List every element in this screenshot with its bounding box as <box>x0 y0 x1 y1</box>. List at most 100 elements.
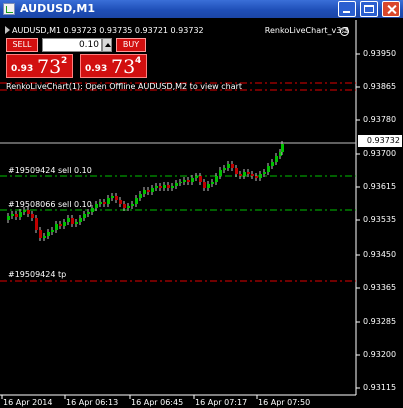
candle-body <box>27 210 30 214</box>
candle-body <box>171 186 174 188</box>
candle-body <box>163 185 166 188</box>
candle-body <box>219 170 222 176</box>
candle-body <box>227 164 230 168</box>
candle-body <box>187 180 190 182</box>
candle-body <box>207 184 210 188</box>
candle-body <box>123 204 126 208</box>
sell-quote-box[interactable]: 0.93 73 2 <box>6 54 73 78</box>
candle-body <box>35 218 38 230</box>
sell-quote-fraction: 2 <box>61 56 68 66</box>
current-price-tag: 0.93732 <box>358 135 402 147</box>
candle-body <box>51 230 54 232</box>
candle-body <box>251 174 254 176</box>
candle-body <box>195 176 198 178</box>
candle-body <box>199 176 202 182</box>
window-title: AUDUSD,M1 <box>20 2 96 15</box>
candle-body <box>23 210 26 212</box>
sell-quote-pips: 73 <box>37 56 62 78</box>
time-axis-label: 16 Apr 2014 <box>3 398 53 407</box>
candle-body <box>151 188 154 192</box>
time-axis-label: 16 Apr 07:50 <box>258 398 311 407</box>
candle-body <box>259 174 262 178</box>
price-axis-label: 0.93615 <box>363 182 397 191</box>
candle-body <box>63 222 66 226</box>
candle-body <box>107 198 110 204</box>
candle-body <box>159 186 162 188</box>
candle-body <box>111 196 114 198</box>
candle-body <box>203 182 206 188</box>
buy-quote-pips: 73 <box>111 56 136 78</box>
price-axis-label: 0.93865 <box>363 82 397 91</box>
candle-body <box>15 214 18 217</box>
candle-body <box>243 172 246 176</box>
candle-body <box>183 180 186 182</box>
buy-button[interactable]: BUY <box>116 38 146 52</box>
candle-body <box>79 218 82 222</box>
candle-body <box>271 162 274 166</box>
maximize-button[interactable] <box>360 1 378 17</box>
candle-body <box>139 194 142 198</box>
sell-order-label-2: #19508066 sell 0.10 <box>8 200 92 209</box>
symbol-quote-line: AUDUSD,M1 0.93723 0.93735 0.93721 0.9373… <box>5 26 204 36</box>
price-axis-label: 0.93200 <box>363 350 397 359</box>
candle-body <box>175 183 178 186</box>
lot-increase-icon[interactable] <box>102 38 112 52</box>
price-axis-label: 0.93700 <box>363 149 397 158</box>
price-axis-label: 0.93450 <box>363 250 397 259</box>
candle-body <box>247 172 250 174</box>
price-axis-label: 0.93365 <box>363 283 397 292</box>
time-axis-label: 16 Apr 06:13 <box>66 398 119 407</box>
one-click-trading-panel: SELL 0.10 BUY 0.93 73 2 0.93 73 4 <box>6 38 147 80</box>
lot-size-input[interactable]: 0.10 <box>42 38 102 52</box>
buy-quote-fraction: 4 <box>135 56 142 66</box>
candle-body <box>155 186 158 188</box>
candle-body <box>31 214 34 218</box>
buy-quote-box[interactable]: 0.93 73 4 <box>80 54 147 78</box>
collapse-arrow-icon[interactable] <box>5 26 10 34</box>
candle-body <box>71 218 74 224</box>
candle-body <box>255 176 258 178</box>
candle-body <box>211 182 214 184</box>
buy-quote-prefix: 0.93 <box>85 64 108 74</box>
candle-body <box>223 168 226 170</box>
price-axis-label: 0.93950 <box>363 49 397 58</box>
smiley-icon: ☺ <box>340 27 349 36</box>
candle-body <box>47 232 50 236</box>
close-button[interactable] <box>382 1 400 17</box>
candle-body <box>135 198 138 204</box>
candle-body <box>167 185 170 188</box>
sell-order-label-1: #19509424 sell 0.10 <box>8 166 92 175</box>
title-bar: AUDUSD,M1 <box>0 0 403 18</box>
minimize-button[interactable] <box>338 1 356 17</box>
price-chart[interactable]: AUDUSD,M1 0.93723 0.93735 0.93721 0.9373… <box>0 18 403 408</box>
candle-body <box>99 202 102 204</box>
candle-body <box>235 168 238 174</box>
candle-body <box>67 218 70 222</box>
candle-body <box>75 222 78 224</box>
candle-body <box>87 212 90 214</box>
candle-body <box>275 156 278 162</box>
indicator-name: RenkoLiveChart_v3.3 <box>264 26 349 35</box>
take-profit-label: #19509424 tp <box>8 270 67 279</box>
candle-body <box>119 200 122 204</box>
time-axis-label: 16 Apr 07:17 <box>195 398 248 407</box>
candle-body <box>127 206 130 208</box>
chart-window-icon[interactable] <box>3 3 15 15</box>
candle-body <box>7 216 10 220</box>
price-axis-label: 0.93780 <box>363 115 397 124</box>
candle-body <box>263 172 266 174</box>
candle-body <box>83 214 86 218</box>
candle-body <box>19 212 22 217</box>
candle-body <box>267 166 270 172</box>
quote-line-text: AUDUSD,M1 0.93723 0.93735 0.93721 0.9373… <box>12 26 204 35</box>
indicator-message: RenkoLiveChart(1): Open Offline AUDUSD,M… <box>6 82 243 91</box>
candle-body <box>147 190 150 192</box>
candle-body <box>131 204 134 206</box>
candle-body <box>43 236 46 238</box>
candle-body <box>179 182 182 183</box>
candle-body <box>11 214 14 216</box>
candle-body <box>115 196 118 200</box>
price-axis-label: 0.93535 <box>363 215 397 224</box>
sell-button[interactable]: SELL <box>6 38 38 52</box>
price-axis-label: 0.93115 <box>363 383 397 392</box>
